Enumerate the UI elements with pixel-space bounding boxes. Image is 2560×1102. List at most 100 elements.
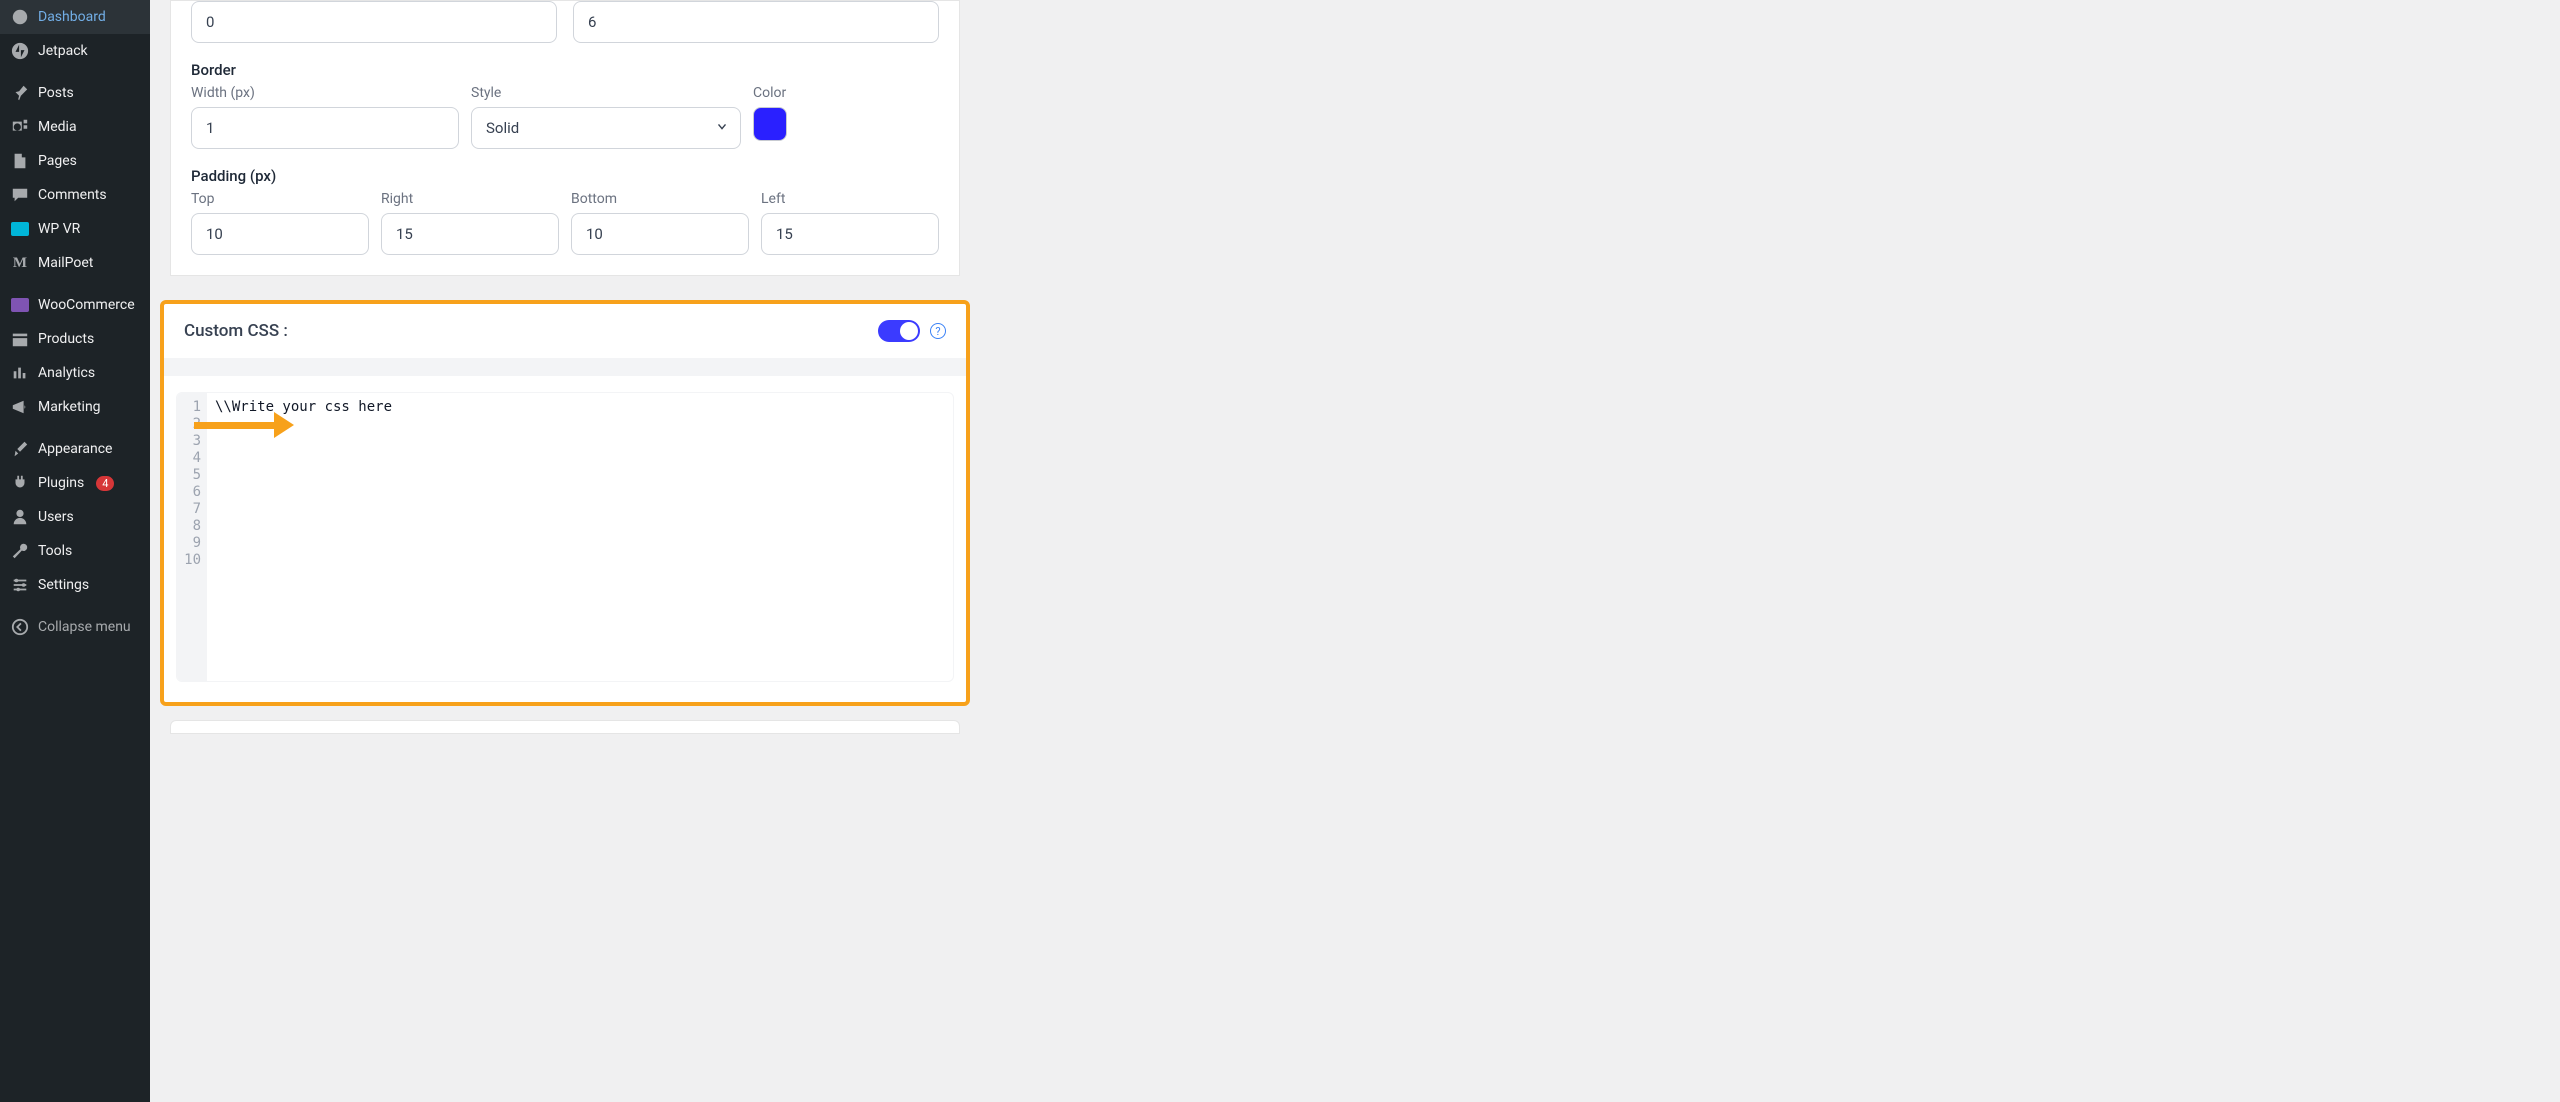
annotation-arrow xyxy=(194,410,294,440)
code-line: \\Write your css here xyxy=(215,399,945,416)
sidebar-item-label: Settings xyxy=(38,577,89,593)
toggle-knob xyxy=(900,322,918,340)
border-color-picker[interactable] xyxy=(753,107,787,141)
sidebar-item-mailpoet[interactable]: M MailPoet xyxy=(0,246,150,280)
sidebar-item-label: Comments xyxy=(38,187,107,203)
brush-icon xyxy=(10,439,30,459)
line-number: 8 xyxy=(183,518,201,535)
border-width-label: Width (px) xyxy=(191,85,459,101)
padding-top-label: Top xyxy=(191,191,369,207)
sidebar-item-label: Appearance xyxy=(38,441,112,457)
sidebar-item-label: Posts xyxy=(38,85,74,101)
custom-css-section: Custom CSS : ? 1 2 3 xyxy=(160,300,970,706)
input-value: 6 xyxy=(588,13,596,31)
wrench-icon xyxy=(10,541,30,561)
sidebar-item-jetpack[interactable]: Jetpack xyxy=(0,34,150,68)
input-value: 15 xyxy=(396,225,413,243)
padding-bottom-label: Bottom xyxy=(571,191,749,207)
sidebar-item-label: Dashboard xyxy=(38,9,106,25)
padding-bottom-input[interactable]: 10 xyxy=(571,213,749,255)
sidebar-item-settings[interactable]: Settings xyxy=(0,568,150,602)
sidebar-item-label: MailPoet xyxy=(38,255,93,271)
sidebar-item-label: Collapse menu xyxy=(38,619,131,635)
sidebar-item-label: Marketing xyxy=(38,399,101,415)
media-icon xyxy=(10,117,30,137)
mailpoet-icon: M xyxy=(10,253,30,273)
megaphone-icon xyxy=(10,397,30,417)
next-panel-top xyxy=(170,720,960,734)
sidebar-item-marketing[interactable]: Marketing xyxy=(0,390,150,424)
user-icon xyxy=(10,507,30,527)
input-value: 0 xyxy=(206,13,214,31)
line-number: 6 xyxy=(183,484,201,501)
sidebar-item-label: Analytics xyxy=(38,365,95,381)
border-section-title: Border xyxy=(191,61,939,79)
line-number: 9 xyxy=(183,535,201,552)
analytics-icon xyxy=(10,363,30,383)
sidebar-item-posts[interactable]: Posts xyxy=(0,76,150,110)
sidebar-item-label: Plugins xyxy=(38,475,84,491)
sidebar-item-woocommerce[interactable]: WooCommerce xyxy=(0,288,150,322)
sidebar-item-media[interactable]: Media xyxy=(0,110,150,144)
sidebar-item-appearance[interactable]: Appearance xyxy=(0,432,150,466)
sidebar-item-tools[interactable]: Tools xyxy=(0,534,150,568)
sidebar-item-analytics[interactable]: Analytics xyxy=(0,356,150,390)
sidebar-item-label: Pages xyxy=(38,153,77,169)
admin-sidebar: Dashboard Jetpack Posts Media Pages xyxy=(0,0,150,1102)
padding-top-input[interactable]: 10 xyxy=(191,213,369,255)
products-icon xyxy=(10,329,30,349)
sidebar-item-label: Jetpack xyxy=(38,43,88,59)
wpvr-icon xyxy=(10,219,30,239)
padding-left-label: Left xyxy=(761,191,939,207)
sidebar-item-label: WP VR xyxy=(38,221,80,237)
help-glyph: ? xyxy=(935,325,940,338)
sidebar-item-users[interactable]: Users xyxy=(0,500,150,534)
border-color-label: Color xyxy=(753,85,813,101)
jetpack-icon xyxy=(10,41,30,61)
line-number: 7 xyxy=(183,501,201,518)
input-value: 10 xyxy=(206,225,223,243)
dashboard-icon xyxy=(10,7,30,27)
pin-icon xyxy=(10,83,30,103)
plug-icon xyxy=(10,473,30,493)
line-number: 4 xyxy=(183,450,201,467)
sidebar-item-comments[interactable]: Comments xyxy=(0,178,150,212)
collapse-icon xyxy=(10,617,30,637)
sidebar-item-wpvr[interactable]: WP VR xyxy=(0,212,150,246)
input-value: 15 xyxy=(776,225,793,243)
sidebar-item-label: Tools xyxy=(38,543,72,559)
numeric-input-right[interactable]: 6 xyxy=(573,1,939,43)
border-width-input[interactable]: 1 xyxy=(191,107,459,149)
sidebar-item-plugins[interactable]: Plugins 4 xyxy=(0,466,150,500)
settings-panel: 0 6 Border Width (px) 1 xyxy=(170,0,960,276)
plugins-update-badge: 4 xyxy=(96,476,114,491)
border-style-select[interactable]: Solid xyxy=(471,107,741,149)
content-area: 0 6 Border Width (px) 1 xyxy=(150,0,1355,1102)
input-value: 1 xyxy=(206,119,214,137)
sliders-icon xyxy=(10,575,30,595)
section-divider xyxy=(164,358,966,376)
sidebar-collapse[interactable]: Collapse menu xyxy=(0,610,150,644)
border-style-label: Style xyxy=(471,85,741,101)
sidebar-item-dashboard[interactable]: Dashboard xyxy=(0,0,150,34)
line-number: 5 xyxy=(183,467,201,484)
comment-icon xyxy=(10,185,30,205)
padding-right-input[interactable]: 15 xyxy=(381,213,559,255)
sidebar-item-label: Products xyxy=(38,331,94,347)
sidebar-item-pages[interactable]: Pages xyxy=(0,144,150,178)
code-content[interactable]: \\Write your css here xyxy=(207,393,953,681)
sidebar-item-products[interactable]: Products xyxy=(0,322,150,356)
page-icon xyxy=(10,151,30,171)
numeric-input-left[interactable]: 0 xyxy=(191,1,557,43)
padding-right-label: Right xyxy=(381,191,559,207)
custom-css-toggle[interactable] xyxy=(878,320,920,342)
help-icon[interactable]: ? xyxy=(930,323,946,339)
sidebar-item-label: WooCommerce xyxy=(38,297,135,313)
sidebar-item-label: Users xyxy=(38,509,74,525)
sidebar-item-label: Media xyxy=(38,119,77,135)
padding-section-title: Padding (px) xyxy=(191,167,939,185)
padding-left-input[interactable]: 15 xyxy=(761,213,939,255)
custom-css-title: Custom CSS : xyxy=(184,321,288,341)
select-value: Solid xyxy=(486,119,519,137)
line-number: 10 xyxy=(183,552,201,569)
